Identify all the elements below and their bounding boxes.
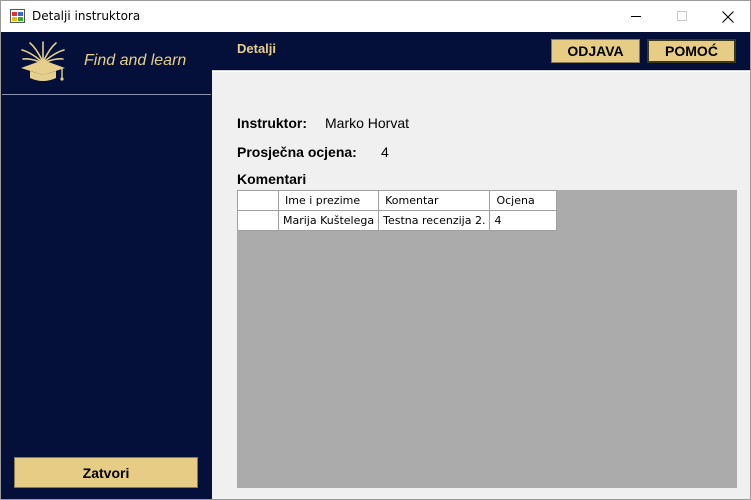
page-title: Detalji — [237, 41, 277, 56]
sidebar: Find and learn Zatvori — [1, 32, 212, 499]
rating-value: 4 — [381, 144, 389, 160]
header: Detalji ODJAVA POMOĆ — [212, 32, 750, 71]
table-header-row: Ime i prezime Komentar Ocjena — [237, 190, 558, 211]
rating-label: Prosječna ocjena: — [237, 144, 357, 160]
window-title: Detalji instruktora — [32, 9, 141, 23]
main-content: Instruktor: Marko Horvat Prosječna ocjen… — [212, 72, 750, 499]
cell-comment[interactable]: Testna recenzija 2. — [378, 210, 491, 231]
maximize-icon — [676, 11, 687, 21]
row-header-cell[interactable] — [237, 210, 279, 231]
column-header-comment[interactable]: Komentar — [378, 190, 491, 211]
graduation-cap-icon — [21, 41, 65, 81]
help-button[interactable]: POMOĆ — [647, 39, 736, 63]
instructor-value: Marko Horvat — [325, 115, 410, 131]
app-window: Detalji instruktora Find and learn Zatvo… — [0, 0, 751, 500]
instructor-label: Instruktor: — [237, 115, 307, 131]
close-icon — [722, 10, 734, 23]
column-header-rating[interactable]: Ocjena — [489, 190, 558, 211]
table-row[interactable]: Marija Kuštelega Testna recenzija 2. 4 — [237, 210, 558, 231]
logout-button[interactable]: ODJAVA — [551, 39, 640, 63]
cell-name[interactable]: Marija Kuštelega — [277, 210, 380, 231]
close-window-button[interactable] — [705, 1, 750, 32]
row-header-corner[interactable] — [237, 190, 279, 211]
comments-grid[interactable]: Ime i prezime Komentar Ocjena Marija Kuš… — [237, 190, 737, 488]
logo-text: Find and learn — [84, 52, 187, 69]
comments-table: Ime i prezime Komentar Ocjena Marija Kuš… — [237, 190, 558, 231]
title-bar: Detalji instruktora — [1, 1, 750, 32]
close-button[interactable]: Zatvori — [14, 457, 198, 488]
cell-rating[interactable]: 4 — [489, 210, 558, 231]
column-header-name[interactable]: Ime i prezime — [277, 190, 380, 211]
comments-label: Komentari — [237, 171, 307, 187]
minimize-icon — [630, 16, 641, 17]
maximize-button[interactable] — [659, 1, 705, 32]
minimize-button[interactable] — [613, 1, 659, 32]
logo: Find and learn — [2, 33, 211, 95]
app-icon — [10, 9, 25, 23]
